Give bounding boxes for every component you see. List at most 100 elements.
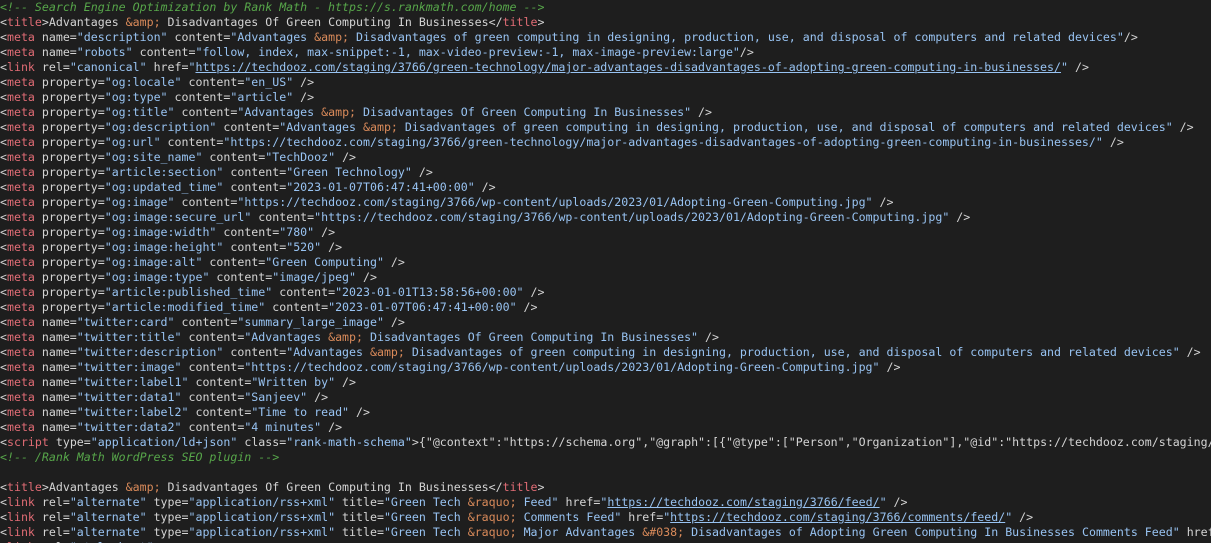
- code-attribute-value: "og:image:type": [104, 270, 210, 284]
- code-text: Advantages: [48, 480, 126, 494]
- code-attribute-name: content=: [174, 195, 238, 209]
- code-tag-name: meta: [6, 105, 35, 119]
- code-attribute-name: rel=: [34, 60, 70, 74]
- code-entity: &raquo;: [467, 510, 517, 524]
- code-attribute-name: content=: [265, 300, 329, 314]
- code-attribute-value: "Time to read": [251, 405, 350, 419]
- code-attribute-value: "og:type": [104, 90, 168, 104]
- code-punctuation: />: [321, 240, 343, 254]
- code-punctuation: <: [0, 120, 7, 134]
- code-line: <meta property="og:description" content=…: [0, 120, 1211, 135]
- code-tag-name: meta: [6, 120, 35, 134]
- code-attribute-value: "twitter:label2": [76, 405, 189, 419]
- code-tag-name: script: [6, 435, 49, 449]
- code-punctuation: <: [0, 495, 7, 509]
- code-tag-name: meta: [6, 75, 35, 89]
- code-line: <meta name="twitter:data2" content="4 mi…: [0, 420, 1211, 435]
- code-attribute-name: property=: [34, 255, 105, 269]
- code-attribute-value: "twitter:image": [76, 360, 182, 374]
- code-line: <link rel="canonical" href= "https://tech…: [0, 60, 1211, 75]
- code-line: <script type="application/ld+json" class…: [0, 435, 1211, 450]
- code-attribute-name: name=: [34, 315, 77, 329]
- code-attribute-value: "application/rss+xml": [188, 495, 336, 509]
- code-tag-name: meta: [6, 270, 35, 284]
- code-line: <title>Advantages &amp; Disadvantages Of…: [0, 15, 1211, 30]
- code-attribute-value: "application/rss+xml": [188, 525, 336, 539]
- code-attribute-value: "application/ld+json": [90, 435, 238, 449]
- code-punctuation: <: [0, 15, 7, 29]
- code-attribute-name: content=: [223, 165, 287, 179]
- code-punctuation: <: [0, 435, 7, 449]
- code-tag-name: meta: [6, 315, 35, 329]
- code-punctuation: <: [0, 75, 7, 89]
- code-attribute-value: "description": [76, 30, 168, 44]
- code-attribute-value: "Green Technology": [286, 165, 412, 179]
- code-attribute-name: class=: [237, 435, 287, 449]
- code-text: Advantages: [48, 15, 126, 29]
- code-punctuation: />: [411, 165, 433, 179]
- code-attribute-name: content=: [202, 150, 266, 164]
- code-line: <!-- /Rank Math WordPress SEO plugin -->: [0, 450, 1211, 465]
- code-punctuation: />: [1123, 30, 1138, 44]
- code-attribute-value: "Green Computing": [265, 255, 384, 269]
- code-punctuation: <: [0, 240, 7, 254]
- code-punctuation: />: [293, 75, 315, 89]
- code-punctuation: />: [1067, 60, 1089, 74]
- code-tag-name: meta: [6, 180, 35, 194]
- code-attribute-name: property=: [34, 120, 105, 134]
- code-attribute-name: rel=: [34, 495, 70, 509]
- code-attribute-name: property=: [34, 150, 105, 164]
- code-attribute-value: "og:image": [104, 195, 175, 209]
- code-punctuation: <: [0, 300, 7, 314]
- code-attribute-name: property=: [34, 90, 105, 104]
- code-tag-name: meta: [6, 420, 35, 434]
- code-attribute-name: content=: [181, 390, 245, 404]
- code-line: <meta name="twitter:image" content="http…: [0, 360, 1211, 375]
- code-link[interactable]: https://techdooz.com/staging/3766/commen…: [670, 510, 1005, 524]
- code-punctuation: >: [537, 15, 545, 29]
- code-punctuation: />: [321, 420, 343, 434]
- code-punctuation: />: [383, 315, 405, 329]
- code-attribute-name: content=: [132, 45, 196, 59]
- code-entity: &amp;: [125, 480, 161, 494]
- code-attribute-value: Disadvantages Of Green Computing In Busi…: [363, 330, 699, 344]
- code-attribute-name: content=: [223, 180, 287, 194]
- code-attribute-value: "og:description": [104, 120, 217, 134]
- code-attribute-value: "780": [279, 225, 315, 239]
- code-tag-name: meta: [6, 405, 35, 419]
- code-attribute-name: name=: [34, 405, 77, 419]
- code-attribute-name: content=: [181, 360, 245, 374]
- code-tag-name: meta: [6, 375, 35, 389]
- code-attribute-value: "twitter:label1": [76, 375, 189, 389]
- code-punctuation: />: [1172, 120, 1194, 134]
- code-attribute-value: "og:site_name": [104, 150, 203, 164]
- code-attribute-value: "twitter:data2": [76, 420, 182, 434]
- code-attribute-value: "rank-math-schema": [286, 435, 412, 449]
- code-attribute-name: property=: [34, 135, 105, 149]
- code-punctuation: </: [488, 15, 503, 29]
- code-attribute-name: content=: [174, 105, 238, 119]
- code-line: <meta property="og:title" content="Advan…: [0, 105, 1211, 120]
- code-attribute-value: "2023-01-07T06:47:41+00:00": [328, 300, 517, 314]
- code-tag-name: link: [6, 60, 35, 74]
- code-entity: &raquo;: [467, 495, 517, 509]
- code-tag-name: meta: [6, 135, 35, 149]
- code-attribute-name: name=: [34, 360, 77, 374]
- code-punctuation: />: [1102, 135, 1124, 149]
- code-attribute-value: "alternate": [69, 495, 147, 509]
- code-attribute-name: name=: [34, 330, 77, 344]
- code-punctuation: <: [0, 270, 7, 284]
- code-attribute-name: property=: [34, 300, 105, 314]
- code-attribute-value: "article": [230, 90, 294, 104]
- code-link[interactable]: https://techdooz.com/staging/3766/feed/: [607, 495, 879, 509]
- code-link[interactable]: https://techdooz.com/staging/3766/green-…: [195, 60, 1061, 74]
- code-attribute-value: "article:section": [104, 165, 224, 179]
- code-attribute-value: "TechDooz": [265, 150, 336, 164]
- code-tag-name: meta: [6, 285, 35, 299]
- code-punctuation: <: [0, 210, 7, 224]
- code-attribute-value: "article:published_time": [104, 285, 273, 299]
- code-line: <meta property="og:image:width" content=…: [0, 225, 1211, 240]
- source-code-view[interactable]: <!-- Search Engine Optimization by Rank …: [0, 0, 1211, 543]
- code-punctuation: />: [474, 180, 496, 194]
